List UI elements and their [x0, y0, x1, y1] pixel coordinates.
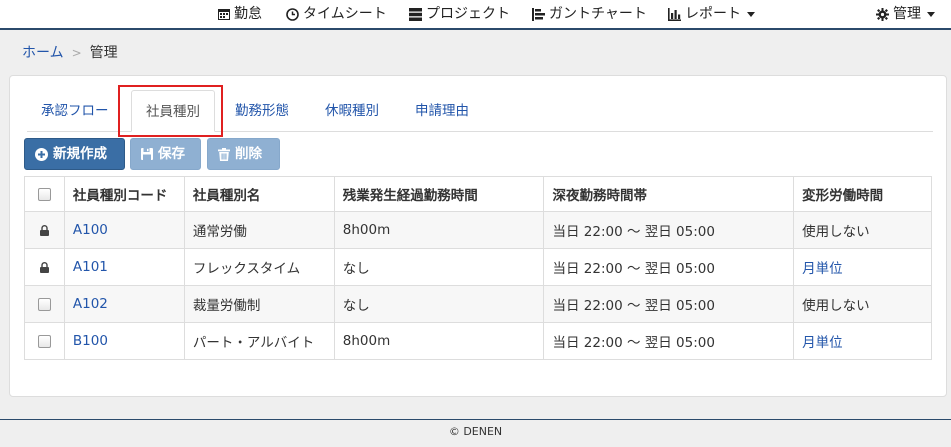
save-button[interactable]: 保存	[130, 138, 201, 170]
footer-copyright: © DENEN	[448, 425, 503, 438]
variable-hours-link[interactable]: 月単位	[802, 335, 843, 351]
nav-admin[interactable]: 管理	[876, 5, 935, 23]
tab-work-pattern[interactable]: 勤務形態	[235, 102, 289, 120]
row-overtime: なし	[333, 285, 545, 323]
breadcrumb-home-link[interactable]: ホーム	[22, 44, 64, 62]
row-code[interactable]: A101	[63, 248, 185, 286]
nav-attendance-label: 勤怠	[234, 6, 262, 22]
row-code[interactable]: A100	[63, 211, 185, 249]
nav-gantt[interactable]: ガントチャート	[532, 5, 647, 23]
save-button-label: 保存	[158, 146, 185, 162]
top-navbar: 勤怠 タイムシート プロジェクト ガントチャート レポート 管理	[0, 0, 951, 30]
row-variable-hours: 月単位	[793, 322, 932, 360]
tab-request-reason[interactable]: 申請理由	[415, 102, 469, 120]
breadcrumb-current: 管理	[89, 45, 118, 61]
bar-chart-icon	[668, 7, 681, 21]
code-link[interactable]: A100	[73, 222, 108, 238]
row-variable-hours: 使用しない	[793, 211, 932, 249]
nav-project-label: プロジェクト	[426, 6, 510, 22]
row-name: 裁量労働制	[183, 285, 335, 323]
code-link[interactable]: A101	[73, 259, 108, 275]
employee-type-table: 社員種別コード 社員種別名 残業発生経過勤務時間 深夜勤務時間帯 変形労働時間 …	[24, 176, 932, 360]
row-night-hours: 当日 22:00 〜 翌日 05:00	[543, 322, 795, 360]
row-overtime: 8h00m	[333, 211, 545, 249]
nav-gantt-label: ガントチャート	[549, 6, 647, 22]
tab-approval-flow[interactable]: 承認フロー	[41, 102, 109, 120]
table-header-row: 社員種別コード 社員種別名 残業発生経過勤務時間 深夜勤務時間帯 変形労働時間	[24, 176, 932, 212]
nav-report-label: レポート	[685, 6, 741, 22]
nav-report[interactable]: レポート	[668, 5, 755, 23]
new-button[interactable]: 新規作成	[24, 138, 125, 170]
nav-project[interactable]: プロジェクト	[409, 5, 510, 23]
row-name: フレックスタイム	[183, 248, 335, 286]
row-select-cell	[24, 211, 65, 249]
row-code[interactable]: B100	[63, 322, 185, 360]
header-night-hours[interactable]: 深夜勤務時間帯	[543, 176, 795, 212]
header-overtime[interactable]: 残業発生経過勤務時間	[333, 176, 545, 212]
trash-icon	[218, 147, 230, 161]
clock-icon	[286, 7, 299, 21]
header-variable-hours[interactable]: 変形労働時間	[793, 176, 932, 212]
table-row[interactable]: A101 フレックスタイム なし 当日 22:00 〜 翌日 05:00 月単位	[24, 248, 932, 286]
row-overtime: 8h00m	[333, 322, 545, 360]
nav-timesheet[interactable]: タイムシート	[286, 5, 387, 23]
breadcrumb-separator: >	[71, 46, 82, 60]
server-icon	[409, 7, 422, 21]
gear-icon	[876, 7, 889, 21]
row-code[interactable]: A102	[63, 285, 185, 323]
row-checkbox[interactable]	[37, 334, 51, 348]
chevron-down-icon	[927, 11, 935, 17]
table-row[interactable]: A100 通常労働 8h00m 当日 22:00 〜 翌日 05:00 使用しな…	[24, 211, 932, 249]
tab-employee-type[interactable]: 社員種別	[131, 90, 215, 132]
row-variable-hours: 使用しない	[793, 285, 932, 323]
variable-hours-link[interactable]: 月単位	[802, 261, 843, 277]
row-overtime: なし	[333, 248, 545, 286]
nav-admin-label: 管理	[893, 6, 921, 22]
tab-bar: 承認フロー 社員種別 勤務形態 休暇種別 申請理由	[27, 90, 933, 132]
code-link[interactable]: B100	[73, 333, 108, 349]
calendar-icon	[218, 9, 230, 20]
header-name[interactable]: 社員種別名	[183, 176, 335, 212]
plus-circle-icon	[35, 147, 48, 161]
lock-icon	[39, 224, 49, 236]
save-icon	[141, 148, 153, 160]
row-variable-hours: 月単位	[793, 248, 932, 286]
table-row[interactable]: A102 裁量労働制 なし 当日 22:00 〜 翌日 05:00 使用しない	[24, 285, 932, 323]
chevron-down-icon	[747, 11, 755, 17]
nav-timesheet-label: タイムシート	[303, 6, 387, 22]
row-night-hours: 当日 22:00 〜 翌日 05:00	[543, 211, 795, 249]
row-name: 通常労働	[183, 211, 335, 249]
select-all-cell	[24, 176, 65, 212]
header-code[interactable]: 社員種別コード	[63, 176, 185, 212]
delete-button[interactable]: 削除	[207, 138, 280, 170]
row-night-hours: 当日 22:00 〜 翌日 05:00	[543, 285, 795, 323]
code-link[interactable]: A102	[73, 296, 108, 312]
row-select-cell	[24, 248, 65, 286]
row-select-cell	[24, 285, 65, 323]
new-button-label: 新規作成	[53, 146, 107, 162]
table-row[interactable]: B100 パート・アルバイト 8h00m 当日 22:00 〜 翌日 05:00…	[24, 322, 932, 360]
gantt-icon	[532, 7, 545, 21]
delete-button-label: 削除	[235, 146, 262, 162]
footer-divider	[0, 419, 951, 420]
select-all-checkbox[interactable]	[37, 187, 51, 201]
row-checkbox[interactable]	[37, 297, 51, 311]
lock-icon	[39, 261, 49, 273]
nav-attendance[interactable]: 勤怠	[218, 5, 262, 23]
tab-leave-type[interactable]: 休暇種別	[325, 102, 379, 120]
breadcrumb: ホーム > 管理	[22, 44, 118, 62]
row-select-cell	[24, 322, 65, 360]
row-name: パート・アルバイト	[183, 322, 335, 360]
row-night-hours: 当日 22:00 〜 翌日 05:00	[543, 248, 795, 286]
